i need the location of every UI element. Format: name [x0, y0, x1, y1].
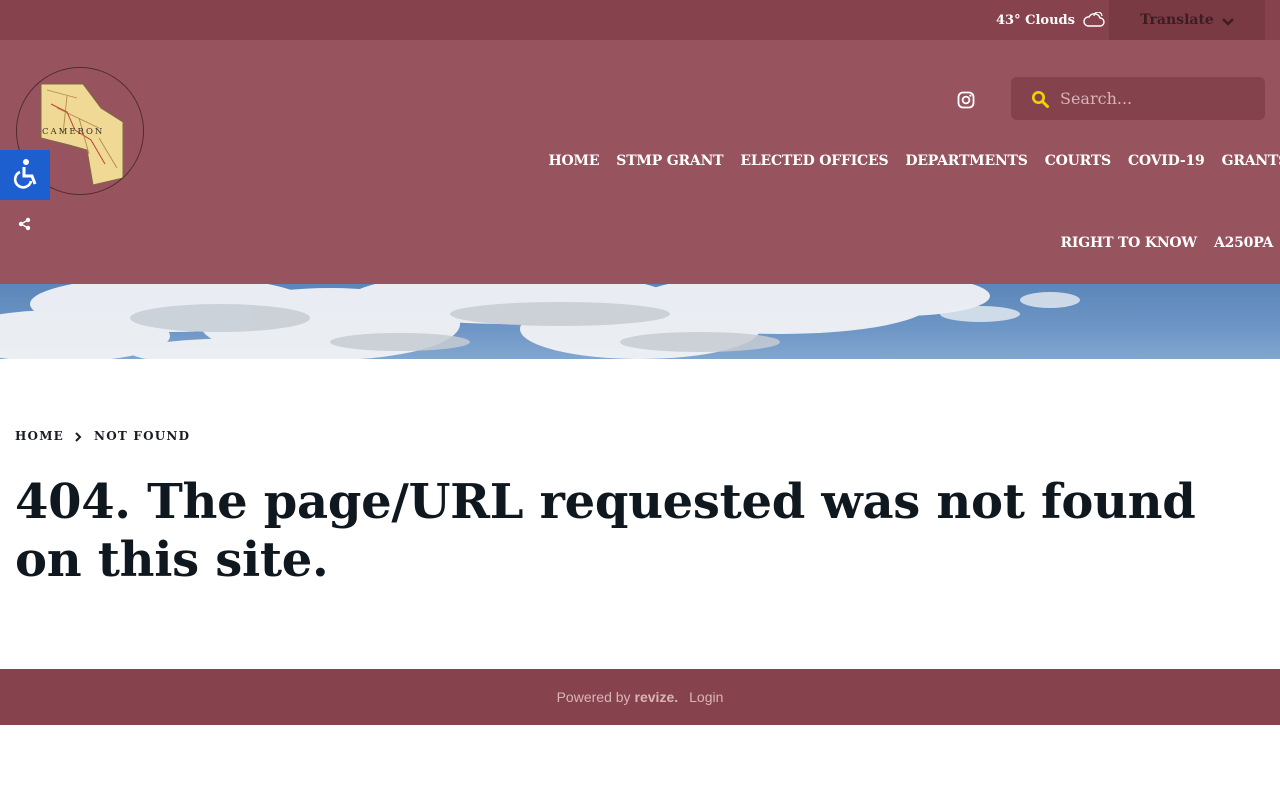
login-link[interactable]: Login [689, 689, 723, 705]
chevron-down-icon [1221, 15, 1234, 26]
nav-item-covid-19[interactable]: COVID-19 [1119, 153, 1213, 169]
site-footer: Powered by revize. Login [0, 669, 1280, 725]
search-input[interactable] [1060, 89, 1250, 108]
nav-item-courts[interactable]: COURTS [1036, 153, 1119, 169]
share-icon[interactable] [17, 216, 33, 232]
main-nav-row-2: RIGHT TO KNOW A250PA [1052, 235, 1280, 251]
translate-label: Translate [1140, 12, 1214, 28]
revize-link[interactable]: revize. [635, 689, 679, 705]
weather-text: 43° Clouds [996, 12, 1075, 28]
instagram-icon[interactable] [957, 91, 975, 109]
cloud-icon [1082, 11, 1105, 28]
nav-item-grants[interactable]: GRANTS [1213, 153, 1280, 169]
top-utility-bar: 43° Clouds Translate [0, 0, 1280, 40]
svg-text:CAMERON: CAMERON [42, 127, 104, 137]
breadcrumb-current: NOT FOUND [94, 429, 191, 443]
nav-item-a250pa[interactable]: A250PA [1205, 235, 1280, 251]
main-nav-row-1: HOME STMP GRANT ELECTED OFFICES DEPARTME… [540, 153, 1280, 169]
breadcrumb-home-link[interactable]: HOME [15, 429, 64, 443]
search-bar[interactable] [1011, 77, 1265, 120]
site-header: CAMERON Search... HOME STMP GRANT ELECTE… [0, 40, 1280, 284]
accessibility-button[interactable] [0, 150, 50, 200]
nav-item-elected-offices[interactable]: ELECTED OFFICES [732, 153, 897, 169]
translate-button[interactable]: Translate [1109, 0, 1265, 40]
page-title: 404. The page/URL requested was not foun… [15, 474, 1196, 588]
sky-banner-image [0, 284, 1280, 359]
chevron-right-icon [74, 431, 82, 442]
nav-item-right-to-know[interactable]: RIGHT TO KNOW [1052, 235, 1205, 251]
nav-item-home[interactable]: HOME [540, 153, 608, 169]
wheelchair-icon [9, 157, 41, 193]
weather-widget[interactable]: 43° Clouds [996, 0, 1105, 40]
search-icon[interactable] [1031, 90, 1049, 108]
breadcrumb: HOME NOT FOUND [15, 429, 190, 443]
nav-item-departments[interactable]: DEPARTMENTS [897, 153, 1036, 169]
nav-item-stmp-grant[interactable]: STMP GRANT [608, 153, 732, 169]
powered-by-text: Powered by [556, 689, 631, 705]
